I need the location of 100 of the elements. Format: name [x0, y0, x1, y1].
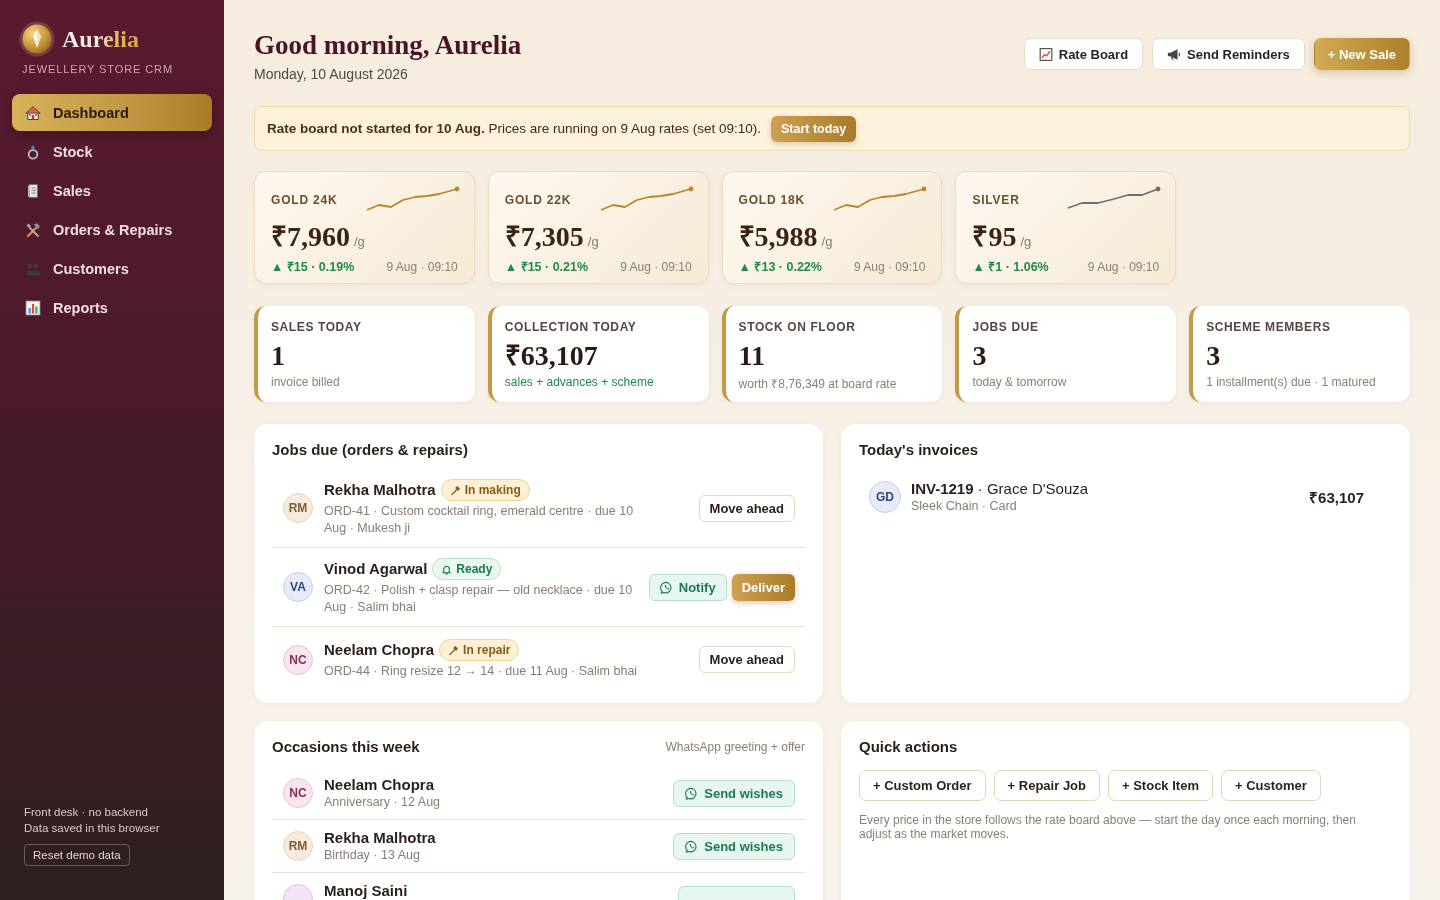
status-label: Ready	[456, 562, 493, 576]
customer-name: Neelam Chopra	[324, 641, 435, 659]
stat-label: STOCK ON FLOOR	[738, 320, 857, 334]
chat-icon	[685, 840, 699, 853]
price-change: ▲ ₹15 · 0.19%	[271, 259, 355, 275]
send-wishes-button[interactable]: Send wishes	[673, 833, 795, 860]
price-value: ₹7,305	[504, 221, 584, 253]
job-detail: ORD-42 · Polish + clasp repair — old necklace · due 10 Aug · Salim bhai	[324, 582, 634, 616]
quick-action-button[interactable]: + Repair Job	[993, 770, 1100, 801]
metal-label: GOLD 22K	[504, 193, 572, 207]
chat-icon	[685, 787, 699, 800]
quick-action-button[interactable]: + Stock Item	[1108, 770, 1213, 801]
job-detail: ORD-44 · Ring resize 12 → 14 · due 11 Aug · Salim bhai	[324, 663, 639, 680]
panel-title: Quick actions	[859, 737, 959, 757]
price-value: ₹95	[972, 221, 1017, 253]
gem-logo-icon	[19, 21, 55, 57]
stat-value: 3	[1206, 340, 1222, 372]
alert-text: Rate board not started for 10 Aug. Prices are running on 9 Aug rates (set 09:10).	[267, 121, 761, 136]
move-ahead-button[interactable]: Move ahead	[698, 494, 795, 522]
unit-label: /g	[821, 234, 833, 249]
invoice-title: INV-1219 · Grace D'Souza	[911, 479, 1090, 498]
notify-button[interactable]: Notify	[648, 573, 727, 601]
nav-item[interactable]: Dashboard	[12, 94, 212, 131]
price-change: ▲ ₹1 · 1.06%	[972, 259, 1049, 275]
quick-action-button[interactable]: + Customer	[1220, 770, 1321, 801]
panel-title: Today's invoices	[859, 440, 980, 460]
invoice-amount: ₹63,107	[1309, 487, 1364, 507]
customer-avatar: NC	[283, 644, 313, 675]
panel-title: Jobs due (orders & repairs)	[272, 440, 469, 460]
occasion-date: Birthday · 13 Aug	[324, 847, 421, 863]
house-icon	[25, 104, 41, 121]
line-chart-icon	[1038, 47, 1053, 61]
customer-avatar: GD	[869, 480, 901, 513]
price-change: ▲ ₹13 · 0.22%	[738, 259, 822, 275]
bell-icon	[441, 563, 453, 575]
send-reminders-button[interactable]: Send Reminders	[1152, 38, 1305, 70]
stat-note: worth ₹8,76,349 at board rate	[738, 376, 898, 392]
metal-label: SILVER	[972, 193, 1020, 207]
hammer-icon	[449, 484, 461, 496]
stat-label: SALES TODAY	[271, 320, 363, 334]
bar-chart-icon	[25, 299, 41, 316]
brand-tagline: JEWELLERY STORE CRM	[22, 63, 174, 75]
rate-board-button[interactable]: Rate Board	[1023, 38, 1144, 70]
customer-name: Vinod Agarwal	[324, 560, 428, 578]
price-change: ▲ ₹15 · 0.21%	[504, 259, 589, 275]
nav-item[interactable]: Orders & Repairs	[12, 211, 212, 248]
receipt-icon	[25, 182, 41, 199]
price-value: ₹7,960	[271, 221, 350, 253]
rate-time: 9 Aug · 09:10	[1087, 259, 1160, 274]
greeting-title: Good morning, Aurelia	[254, 29, 522, 62]
hammer-and-wrench-icon	[25, 221, 41, 238]
unit-label: /g	[1020, 234, 1032, 249]
price-value: ₹5,988	[738, 221, 818, 253]
invoice-detail: Sleek Chain · Card	[911, 498, 1018, 514]
stat-value: 11	[738, 340, 767, 372]
reset-demo-button[interactable]: Reset demo data	[24, 844, 130, 866]
rate-time: 9 Aug · 09:10	[854, 259, 926, 274]
unit-label: /g	[354, 234, 365, 249]
quick-action-button[interactable]: + Custom Order	[859, 770, 986, 801]
panel-hint: WhatsApp greeting + offer	[665, 740, 805, 754]
occasion-date: Anniversary · 12 Aug	[324, 794, 442, 810]
customer-name: Rekha Malhotra	[324, 481, 436, 499]
metal-label: GOLD 18K	[738, 193, 805, 207]
customer-name: Manoj Saini	[324, 882, 409, 900]
panel-title: Occasions this week	[272, 737, 420, 757]
footer-note: Data saved in this browser	[24, 821, 161, 836]
stat-label: COLLECTION TODAY	[504, 320, 638, 334]
people-icon	[25, 260, 41, 277]
chat-icon	[659, 580, 673, 594]
hammer-icon	[448, 644, 460, 656]
nav-item[interactable]: Sales	[12, 172, 212, 209]
stat-label: JOBS DUE	[972, 320, 1040, 334]
stat-note: sales + advances + scheme	[504, 375, 655, 389]
nav-item[interactable]: Stock	[12, 133, 212, 170]
customer-name: Neelam Chopra	[324, 776, 436, 794]
nav-item[interactable]: Customers	[12, 250, 212, 287]
job-detail: ORD-41 · Custom cocktail ring, emerald centre · due 10 Aug · Mukesh ji	[324, 503, 635, 537]
rate-time: 9 Aug · 09:10	[386, 259, 458, 274]
date-text: Monday, 10 August 2026	[254, 65, 409, 83]
status-label: In repair	[463, 643, 511, 657]
stat-value: ₹63,107	[504, 340, 599, 372]
stat-note: 1 installment(s) due · 1 matured	[1206, 375, 1377, 389]
stat-note: invoice billed	[271, 375, 341, 389]
send-wishes-button[interactable]: Send wishes	[673, 780, 795, 807]
status-label: In making	[464, 483, 521, 497]
stat-note: today & tomorrow	[972, 375, 1068, 389]
metal-label: GOLD 24K	[271, 193, 338, 207]
footer-note: Front desk · no backend	[24, 805, 149, 820]
megaphone-icon	[1167, 47, 1182, 61]
stat-label: SCHEME MEMBERS	[1206, 320, 1332, 334]
unit-label: /g	[587, 234, 599, 249]
ring-icon	[25, 143, 41, 160]
move-ahead-button[interactable]: Move ahead	[698, 646, 795, 673]
customer-name: Rekha Malhotra	[324, 829, 437, 847]
nav-item[interactable]: Reports	[12, 289, 212, 326]
panel-note: Every price in the store follows the rate board above — start the day once each morning, then adjust as the market moves.	[859, 813, 1357, 841]
stat-value: 3	[972, 340, 988, 372]
customer-avatar: VA	[283, 572, 313, 602]
stat-value: 1	[271, 340, 286, 372]
customer-avatar: NC	[283, 778, 313, 808]
